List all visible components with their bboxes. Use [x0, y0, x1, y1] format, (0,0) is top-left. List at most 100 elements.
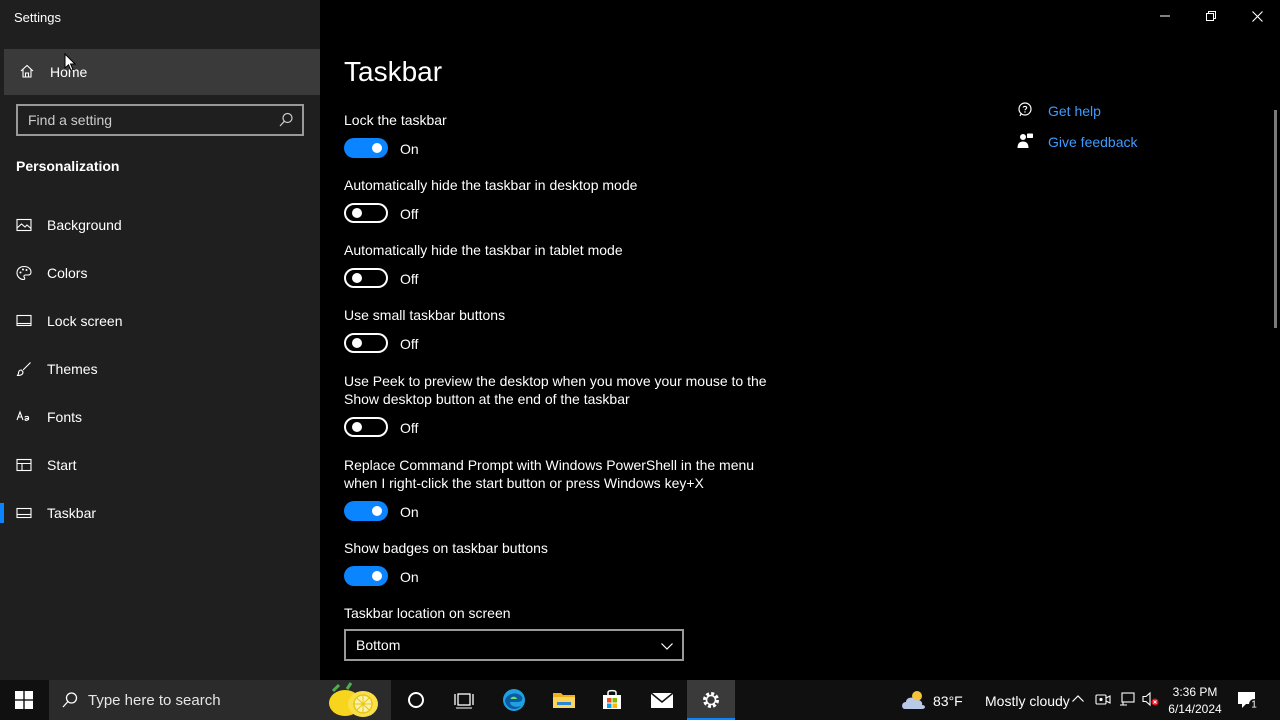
- notification-icon: 1: [1238, 692, 1259, 711]
- main-content: Taskbar Lock the taskbar On Automaticall…: [320, 0, 1280, 680]
- find-setting-search[interactable]: [16, 104, 304, 136]
- store-icon: [603, 689, 621, 709]
- cloudy-weather-icon: [900, 689, 928, 716]
- mail-button[interactable]: [638, 680, 686, 720]
- setting-label-autohide-tablet: Automatically hide the taskbar in tablet…: [344, 242, 623, 258]
- lemon-highlight-icon: [325, 681, 385, 720]
- start-button[interactable]: [0, 680, 48, 720]
- toggle-knob: [352, 273, 362, 283]
- sidebar-item-lock-screen[interactable]: Lock screen: [0, 299, 320, 343]
- setting-label-peek: Use Peek to preview the desktop when you…: [344, 373, 767, 407]
- sidebar: Home Personalization Background Colors: [0, 0, 320, 680]
- sidebar-item-taskbar[interactable]: Taskbar: [0, 491, 320, 535]
- setting-label-location: Taskbar location on screen: [344, 605, 511, 621]
- search-input[interactable]: [18, 106, 268, 134]
- sidebar-item-label: Lock screen: [47, 313, 123, 329]
- powershell-toggle[interactable]: [344, 501, 388, 521]
- autohide-desktop-toggle[interactable]: [344, 203, 388, 223]
- cortana-button[interactable]: [392, 680, 440, 720]
- windows-logo-icon: [15, 691, 33, 709]
- sidebar-item-label: Taskbar: [47, 505, 97, 521]
- home-icon: [20, 64, 34, 83]
- setting-label-small-buttons: Use small taskbar buttons: [344, 307, 506, 323]
- toggle-state: On: [400, 141, 419, 157]
- mail-icon: [650, 692, 674, 708]
- meet-now-icon[interactable]: [1095, 691, 1111, 712]
- scrollbar[interactable]: [1274, 110, 1277, 328]
- peek-toggle[interactable]: [344, 417, 388, 437]
- sidebar-item-label: Themes: [47, 361, 98, 377]
- help-chat-icon: [1016, 101, 1034, 122]
- weather-condition: Mostly cloudy: [985, 693, 1070, 709]
- autohide-tablet-toggle[interactable]: [344, 268, 388, 288]
- sidebar-item-home[interactable]: Home: [4, 49, 320, 95]
- toggle-state: On: [400, 569, 419, 585]
- page-title: Taskbar: [344, 56, 443, 87]
- taskbar-icon: [16, 505, 32, 526]
- mouse-cursor-icon: [64, 52, 77, 77]
- dropdown-value: Bottom: [356, 637, 401, 653]
- setting-label-lock-taskbar: Lock the taskbar: [344, 112, 447, 128]
- taskbar-search-box[interactable]: Type here to search: [49, 680, 391, 720]
- sidebar-item-colors[interactable]: Colors: [0, 251, 320, 295]
- monitor-icon: [16, 313, 32, 334]
- settings-window: Home Personalization Background Colors: [0, 0, 1280, 680]
- toggle-state: On: [400, 504, 419, 520]
- palette-icon: [16, 265, 32, 286]
- toggle-knob: [372, 506, 382, 516]
- settings-taskbar-button[interactable]: [687, 680, 735, 720]
- file-explorer-button[interactable]: [540, 680, 588, 720]
- toggle-state: Off: [400, 271, 419, 287]
- setting-label-badges: Show badges on taskbar buttons: [344, 540, 548, 556]
- action-center-button[interactable]: 1: [1236, 689, 1260, 716]
- system-clock[interactable]: 3:36 PM 6/14/2024: [1160, 684, 1230, 718]
- setting-label-autohide-desktop: Automatically hide the taskbar in deskto…: [344, 177, 638, 193]
- chevron-up-icon[interactable]: [1071, 692, 1085, 711]
- toggle-knob: [352, 338, 362, 348]
- toggle-knob: [352, 208, 362, 218]
- search-icon: [61, 691, 79, 714]
- taskbar-search-text: Type here to search: [88, 692, 221, 709]
- fonts-icon: [16, 409, 32, 430]
- clock-date: 6/14/2024: [1168, 702, 1222, 716]
- sidebar-item-start[interactable]: Start: [0, 443, 320, 487]
- chevron-down-icon: [660, 639, 674, 657]
- network-icon[interactable]: [1119, 691, 1135, 712]
- volume-muted-icon[interactable]: [1142, 691, 1160, 712]
- brush-icon: [16, 361, 32, 382]
- window-title: Settings: [14, 10, 61, 25]
- get-help-label: Get help: [1048, 103, 1101, 119]
- microsoft-store-button[interactable]: [588, 680, 636, 720]
- lock-taskbar-toggle[interactable]: [344, 138, 388, 158]
- small-buttons-toggle[interactable]: [344, 333, 388, 353]
- sidebar-item-themes[interactable]: Themes: [0, 347, 320, 391]
- toggle-state: Off: [400, 206, 419, 222]
- cortana-icon: [408, 692, 424, 708]
- sidebar-item-label: Background: [47, 217, 122, 233]
- task-view-button[interactable]: [440, 680, 488, 720]
- weather-temperature: 83°F: [933, 693, 963, 709]
- notification-count: 1: [1251, 700, 1257, 711]
- sidebar-item-label: Colors: [47, 265, 88, 281]
- feedback-icon: [1016, 132, 1034, 153]
- setting-label-powershell: Replace Command Prompt with Windows Powe…: [344, 457, 755, 491]
- image-icon: [16, 217, 32, 238]
- sidebar-item-background[interactable]: Background: [0, 203, 320, 247]
- gear-icon: [703, 692, 719, 708]
- clock-time: 3:36 PM: [1172, 685, 1218, 699]
- badges-toggle[interactable]: [344, 566, 388, 586]
- toggle-knob: [372, 571, 382, 581]
- windows-taskbar: Type here to search 83°F Mostly cloudy 3…: [0, 680, 1280, 720]
- edge-icon: [503, 689, 525, 711]
- sidebar-item-label: Start: [47, 457, 77, 473]
- taskbar-location-dropdown[interactable]: Bottom: [344, 629, 684, 661]
- section-title: Personalization: [16, 158, 120, 174]
- task-view-icon: [454, 693, 474, 709]
- search-icon[interactable]: [278, 112, 294, 133]
- folder-icon: [553, 693, 575, 708]
- start-layout-icon: [16, 457, 32, 478]
- toggle-knob: [372, 143, 382, 153]
- edge-button[interactable]: [490, 680, 538, 720]
- sidebar-item-fonts[interactable]: Fonts: [0, 395, 320, 439]
- toggle-state: Off: [400, 336, 419, 352]
